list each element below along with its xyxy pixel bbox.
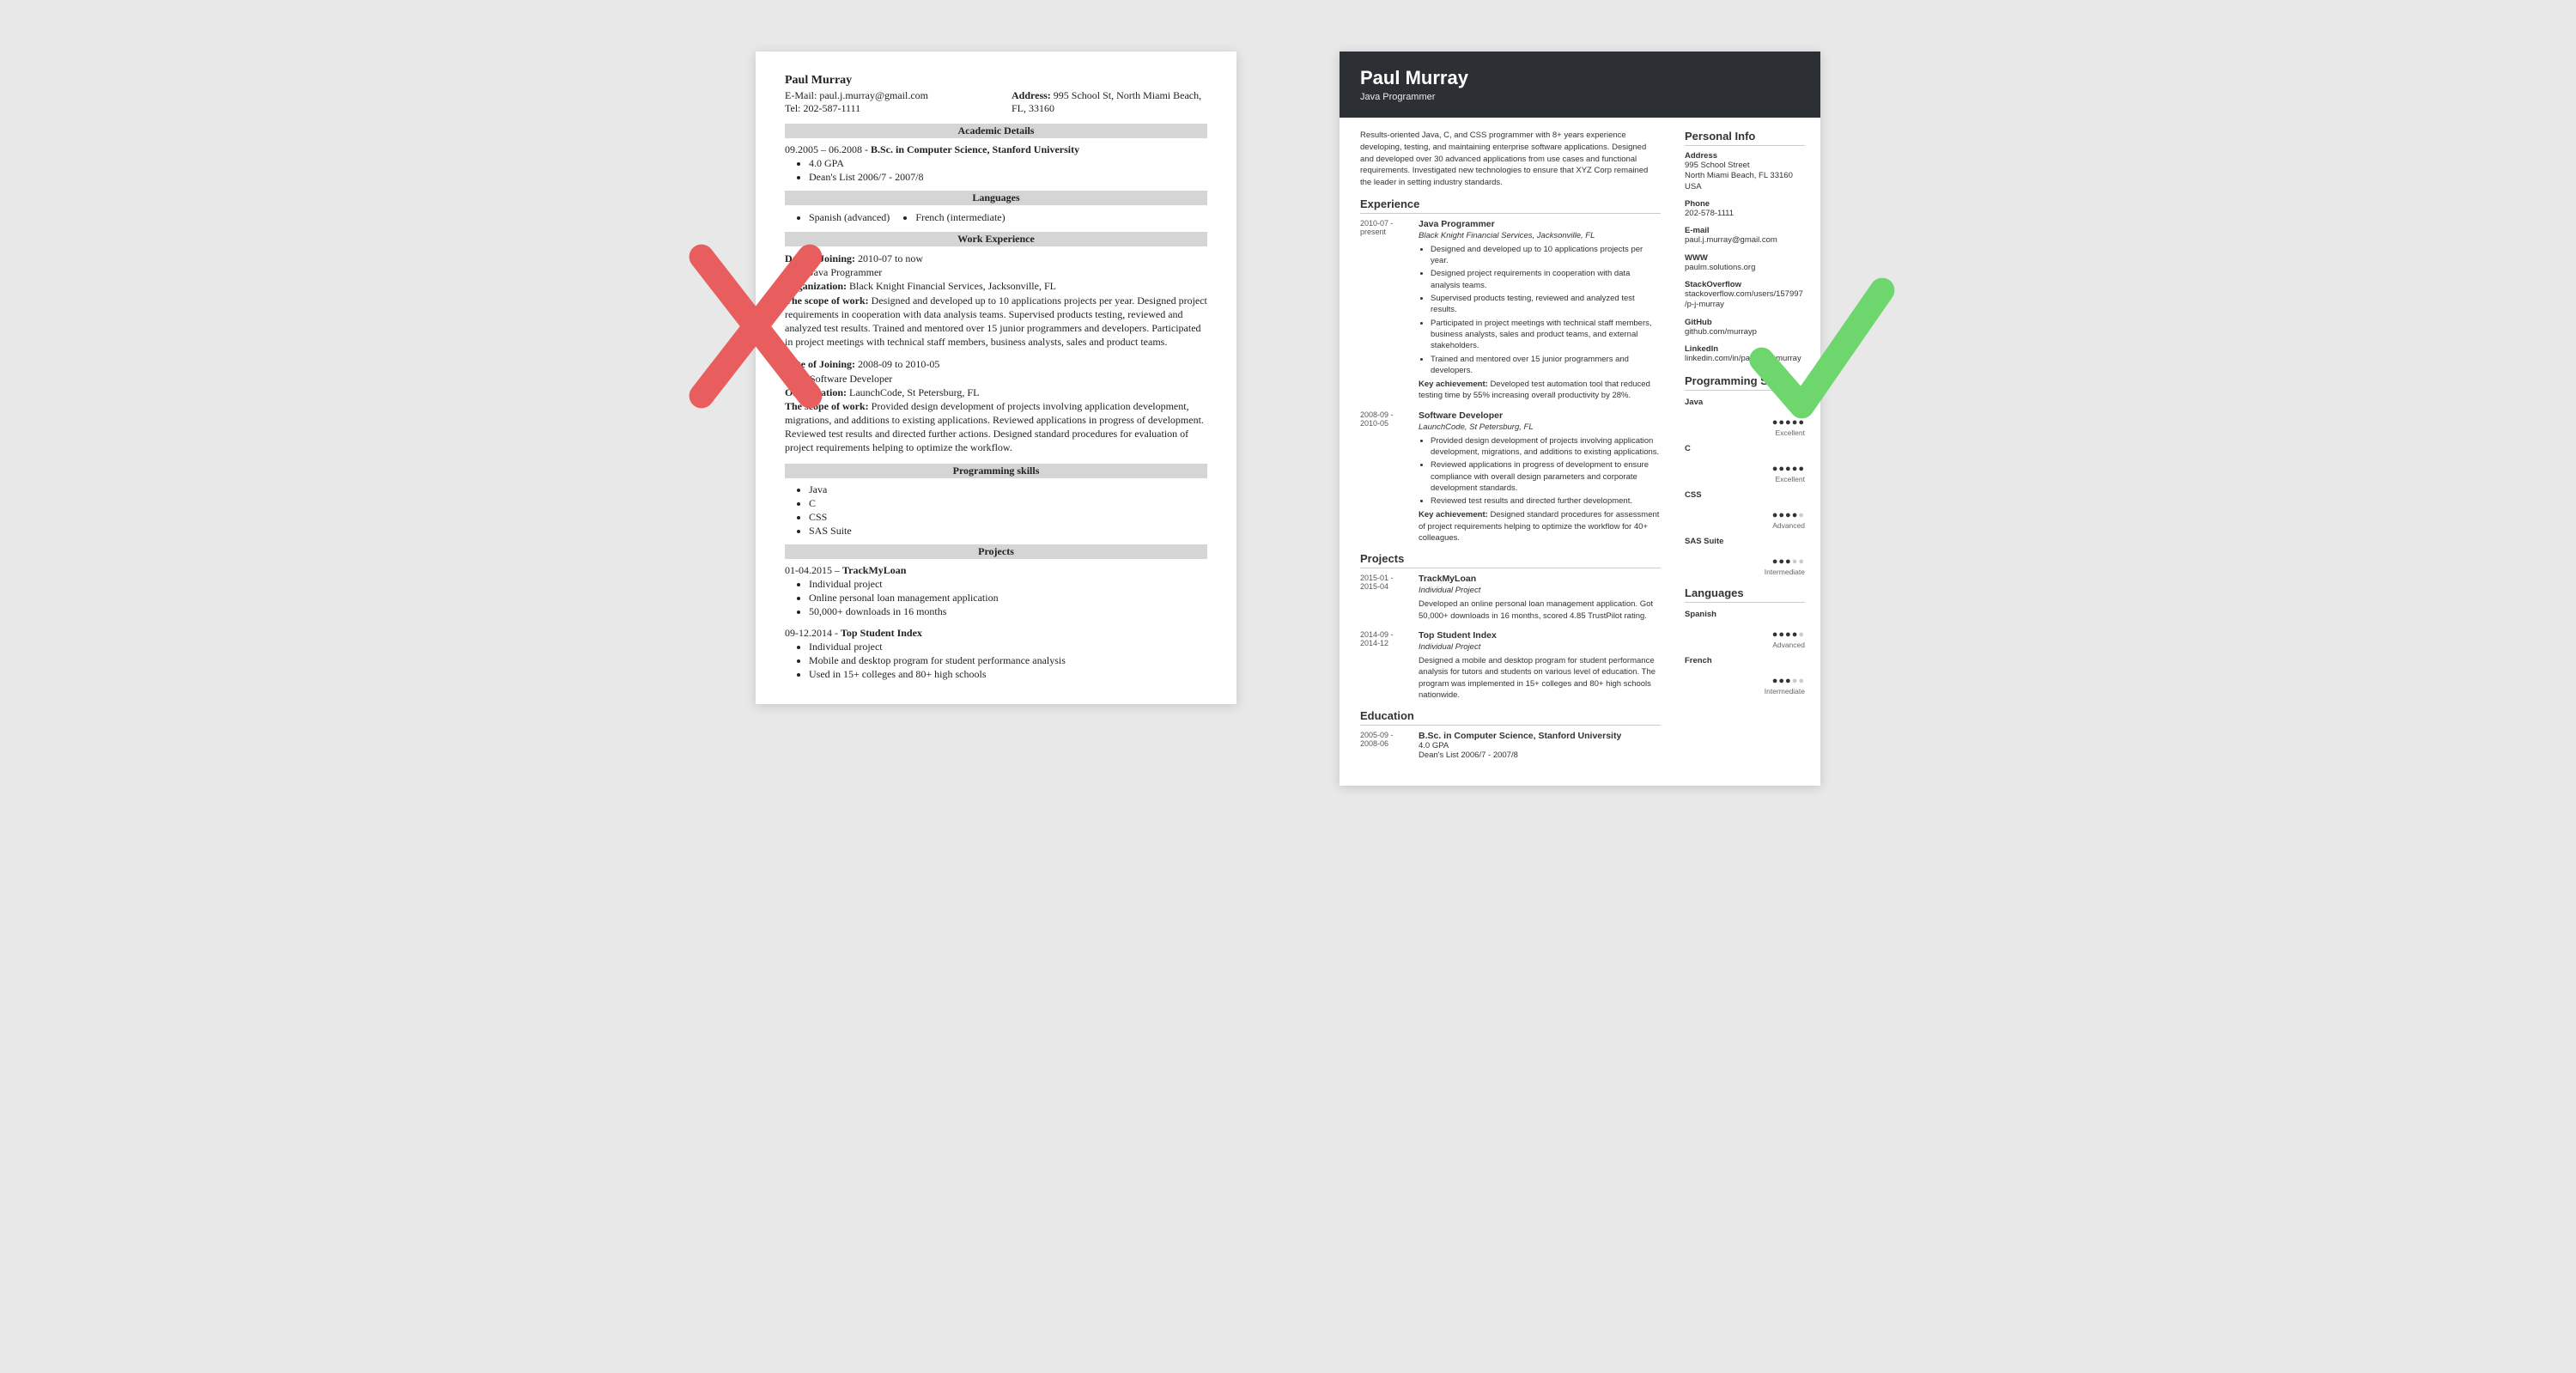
rating-dots-icon: ●●●●● <box>1685 676 1805 686</box>
bad-resume-wrap: Paul Murray E-Mail: paul.j.murray@gmail.… <box>756 52 1236 704</box>
addr-val: 995 School Street North Miami Beach, FL … <box>1685 161 1805 192</box>
right-name: Paul Murray <box>1360 67 1800 89</box>
proj1-bullets: Individual project Online personal loan … <box>809 578 1207 618</box>
skills-list: Java C CSS SAS Suite <box>809 483 1207 538</box>
right-title: Java Programmer <box>1360 92 1800 102</box>
langs-container: Spanish●●●●●Advanced French●●●●●Intermedi… <box>1685 610 1805 696</box>
proj1-head: 01-04.2015 – TrackMyLoan <box>785 564 1207 577</box>
skill-row: C●●●●●Excellent <box>1685 444 1805 483</box>
skill-row: Spanish●●●●●Advanced <box>1685 610 1805 649</box>
proj1: 2015-01 - 2015-04 TrackMyLoan Individual… <box>1360 574 1661 622</box>
edu-heading: Education <box>1360 709 1661 726</box>
personal-info-h: Personal Info <box>1685 130 1805 146</box>
skill-row: SAS Suite●●●●●Intermediate <box>1685 537 1805 576</box>
rating-dots-icon: ●●●●● <box>1685 629 1805 640</box>
rating-dots-icon: ●●●●● <box>1685 464 1805 474</box>
edu-bullets: 4.0 GPA Dean's List 2006/7 - 2007/8 <box>809 157 1207 184</box>
left-contact-row: E-Mail: paul.j.murray@gmail.comTel: 202-… <box>785 89 1207 115</box>
exp2-bullets: Provided design development of projects … <box>1431 435 1661 507</box>
summary: Results-oriented Java, C, and CSS progra… <box>1360 130 1661 189</box>
lang-h: Languages <box>1685 586 1805 603</box>
edu-line: 09.2005 – 06.2008 - B.Sc. in Computer Sc… <box>785 143 1207 156</box>
projects-heading: Projects <box>1360 552 1661 568</box>
section-languages: Languages <box>785 191 1207 205</box>
right-body: Results-oriented Java, C, and CSS progra… <box>1340 118 1820 786</box>
skill-row: CSS●●●●●Advanced <box>1685 490 1805 530</box>
rating-dots-icon: ●●●●● <box>1685 417 1805 428</box>
exp1-bullets: Designed and developed up to 10 applicat… <box>1431 244 1661 376</box>
proj2-bullets: Individual project Mobile and desktop pr… <box>809 641 1207 681</box>
edu-entry: 2005-09 - 2008-06 B.Sc. in Computer Scie… <box>1360 731 1661 760</box>
proj2: 2014-09 - 2014-12 Top Student Index Indi… <box>1360 630 1661 701</box>
exp-heading: Experience <box>1360 197 1661 214</box>
right-sidebar: Personal Info Address995 School Street N… <box>1674 118 1820 786</box>
job2: Date of Joining: 2008-09 to 2010-05 Post… <box>785 357 1207 454</box>
skill-row: French●●●●●Intermediate <box>1685 656 1805 696</box>
good-resume-page: Paul Murray Java Programmer Results-orie… <box>1340 52 1820 786</box>
section-skills: Programming skills <box>785 464 1207 478</box>
section-academic: Academic Details <box>785 124 1207 138</box>
skills-container: Java●●●●●Excellent C●●●●●Excellent CSS●●●●… <box>1685 398 1805 576</box>
exp2: 2008-09 - 2010-05 Software Developer Lau… <box>1360 410 1661 544</box>
exp1: 2010-07 - present Java Programmer Black … <box>1360 219 1661 402</box>
skills-h: Programming Skills <box>1685 374 1805 391</box>
bad-resume-page: Paul Murray E-Mail: paul.j.murray@gmail.… <box>756 52 1236 704</box>
skill-row: Java●●●●●Excellent <box>1685 398 1805 437</box>
lang-row: Spanish (advanced) French (intermediate) <box>809 210 1207 225</box>
rating-dots-icon: ●●●●● <box>1685 556 1805 567</box>
job1: Date of Joining: 2010-07 to now Post: Ja… <box>785 252 1207 349</box>
section-projects: Projects <box>785 544 1207 559</box>
rating-dots-icon: ●●●●● <box>1685 510 1805 520</box>
good-resume-wrap: Paul Murray Java Programmer Results-orie… <box>1340 52 1820 786</box>
right-header: Paul Murray Java Programmer <box>1340 52 1820 118</box>
proj2-head: 09-12.2014 - Top Student Index <box>785 627 1207 640</box>
left-name: Paul Murray <box>785 74 1207 88</box>
section-work: Work Experience <box>785 232 1207 246</box>
right-main: Results-oriented Java, C, and CSS progra… <box>1340 118 1674 786</box>
